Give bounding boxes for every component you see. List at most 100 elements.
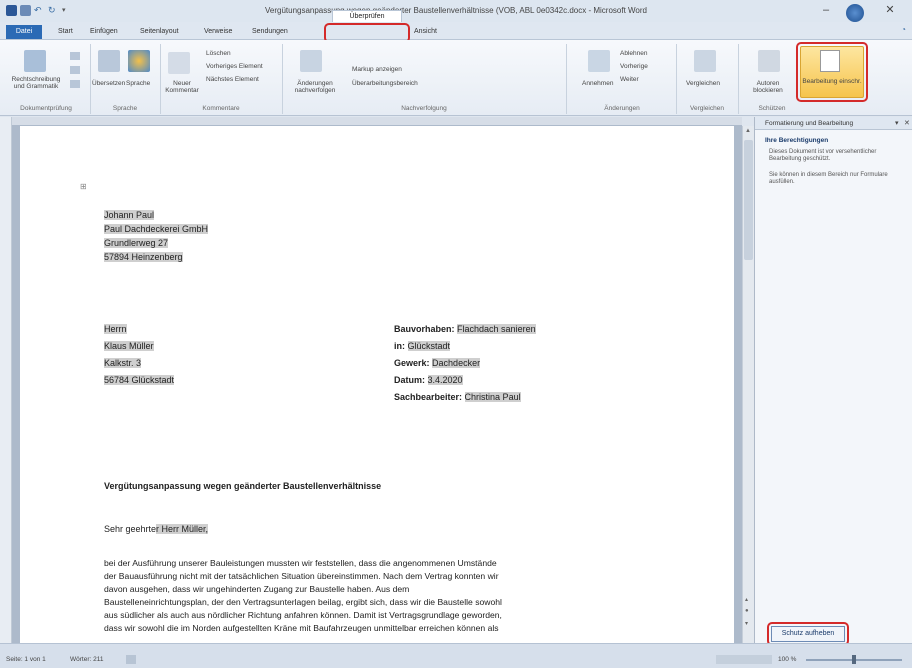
pane-forms-text: Sie können in diesem Bereich nur Formula…: [769, 172, 888, 185]
block-authors-button[interactable]: Autoren blockieren: [746, 80, 790, 94]
sender-street[interactable]: Grundlerweg 27: [104, 238, 169, 248]
next-page-icon[interactable]: ▾: [745, 620, 752, 627]
track-changes-button[interactable]: Änderungen nachverfolgen: [286, 80, 344, 94]
show-markup-dropdown[interactable]: Markup anzeigen: [352, 66, 402, 73]
group-label-aenderungen: Änderungen: [604, 105, 640, 112]
spelling-button[interactable]: Rechtschreibung und Grammatik: [6, 76, 66, 90]
group-label-sprache: Sprache: [112, 105, 138, 112]
accept-icon: [588, 50, 610, 72]
pane-close-icon[interactable]: ✕: [904, 119, 910, 127]
group-label-kommentare: Kommentare: [202, 105, 240, 112]
body-line: Baustelleneinrichtungsplan, der den Vert…: [104, 597, 502, 607]
page-count[interactable]: Seite: 1 von 1: [6, 656, 46, 663]
pane-options-icon[interactable]: ▾: [895, 119, 899, 127]
pane-protection-text: Dieses Dokument ist vor versehentlicher …: [769, 149, 877, 162]
date-value[interactable]: 3.4.2020: [427, 375, 463, 385]
restrict-editing-pane: Formatierung und Bearbeitung ▾ ✕ Ihre Be…: [754, 117, 912, 646]
project-value[interactable]: Flachdach sanieren: [457, 324, 536, 334]
vertical-scrollbar[interactable]: ▲ ▴ ● ▾: [742, 126, 754, 643]
location-label: in:: [394, 341, 405, 351]
translate-icon: [98, 50, 120, 72]
tab-datei[interactable]: Datei: [6, 25, 42, 39]
close-icon[interactable]: ✕: [882, 3, 898, 17]
body-line: davon ausgehen, dass wir ungehinderten Z…: [104, 584, 410, 594]
spelling-icon: [24, 50, 46, 72]
body-line: der Bauausführung nicht mit der tatsächl…: [104, 571, 499, 581]
sender-name[interactable]: Johann Paul: [104, 210, 155, 220]
minimize-button[interactable]: –: [818, 3, 834, 17]
review-pane-dropdown[interactable]: Überarbeitungsbereich: [352, 80, 418, 87]
tab-einfuegen[interactable]: Einfügen: [90, 26, 118, 38]
zoom-level[interactable]: 100 %: [778, 656, 796, 663]
horizontal-ruler: [12, 117, 742, 125]
recipient-name[interactable]: Klaus Müller: [104, 341, 154, 351]
group-label-schuetzen: Schützen: [758, 105, 786, 112]
help-orb-icon[interactable]: [846, 4, 864, 22]
tab-seitenlayout[interactable]: Seitenlayout: [140, 26, 179, 38]
clerk-label: Sachbearbeiter:: [394, 392, 463, 402]
location-value[interactable]: Glückstadt: [407, 341, 451, 351]
sender-city[interactable]: 57894 Heinzenberg: [104, 252, 183, 262]
date-label: Datum:: [394, 375, 425, 385]
title-bar: ↶ ↻ ▾ Vergütungsanpassung wegen geändert…: [0, 0, 912, 22]
language-icon: [128, 50, 150, 72]
salutation-name[interactable]: r Herr Müller,: [156, 524, 209, 534]
new-comment-button[interactable]: Neuer Kommentar: [162, 80, 202, 94]
scroll-up-icon[interactable]: ▲: [745, 128, 752, 136]
window-title: Vergütungsanpassung wegen geänderter Bau…: [264, 6, 647, 15]
browse-object-icon[interactable]: ●: [745, 608, 752, 614]
group-label-dokumentpruefung: Dokumentprüfung: [20, 105, 72, 112]
thesaurus-icon[interactable]: [70, 66, 80, 74]
delete-comment-button[interactable]: Löschen: [206, 50, 231, 57]
group-label-vergleichen: Vergleichen: [690, 105, 724, 112]
language-button[interactable]: Sprache: [126, 80, 150, 87]
trade-value[interactable]: Dachdecker: [432, 358, 481, 368]
new-comment-icon: [168, 52, 190, 74]
salutation-prefix: Sehr geehrte: [104, 524, 157, 534]
group-label-nachverfolgung: Nachverfolgung: [401, 105, 447, 112]
recipient-street[interactable]: Kalkstr. 3: [104, 358, 142, 368]
word-count[interactable]: Wörter: 211: [70, 656, 103, 663]
body-line: dass wir sowohl die im Norden aufgestell…: [104, 623, 499, 633]
next-comment-button[interactable]: Nächstes Element: [206, 76, 259, 83]
pane-subtitle: Ihre Berechtigungen: [765, 137, 829, 144]
body-line: aus südlicher als auch aus nördlicher Ri…: [104, 610, 502, 620]
tab-ansicht[interactable]: Ansicht: [414, 26, 437, 38]
prev-comment-button[interactable]: Vorheriges Element: [206, 63, 263, 70]
word-count-icon[interactable]: [70, 80, 80, 88]
trade-label: Gewerk:: [394, 358, 430, 368]
compare-button[interactable]: Vergleichen: [686, 80, 720, 87]
vertical-ruler: [0, 117, 12, 643]
research-icon[interactable]: [70, 52, 80, 60]
recipient-salutation[interactable]: Herrn: [104, 324, 127, 334]
table-move-handle[interactable]: ⊞: [80, 182, 87, 191]
view-buttons[interactable]: [716, 655, 772, 664]
subject-line: Vergütungsanpassung wegen geänderter Bau…: [104, 481, 382, 491]
help-icon[interactable]: ◔: [901, 25, 906, 34]
restrict-editing-highlight-frame: [796, 42, 868, 102]
sender-company[interactable]: Paul Dachdeckerei GmbH: [104, 224, 209, 234]
track-changes-icon: [300, 50, 322, 72]
tab-start[interactable]: Start: [58, 26, 73, 38]
proofing-icon[interactable]: [126, 655, 136, 664]
project-label: Bauvorhaben:: [394, 324, 455, 334]
ribbon-tabs: Datei Start Einfügen Seitenlayout Verwei…: [0, 22, 912, 40]
clerk-value[interactable]: Christina Paul: [464, 392, 521, 402]
scrollbar-thumb[interactable]: [744, 140, 753, 260]
tab-sendungen[interactable]: Sendungen: [252, 26, 288, 38]
document-page[interactable]: ⊞ Johann Paul Paul Dachdeckerei GmbH Gru…: [20, 126, 734, 643]
pane-title: Formatierung und Bearbeitung: [755, 117, 912, 130]
prev-page-icon[interactable]: ▴: [745, 596, 752, 603]
reject-button[interactable]: Ablehnen: [620, 50, 647, 57]
zoom-slider-thumb[interactable]: [852, 655, 856, 664]
status-bar: Seite: 1 von 1 Wörter: 211 100 %: [0, 643, 912, 668]
recipient-city[interactable]: 56784 Glückstadt: [104, 375, 175, 385]
body-line: bei der Ausführung unserer Bauleistungen…: [104, 558, 497, 568]
translate-button[interactable]: Übersetzen: [92, 80, 125, 87]
block-authors-icon: [758, 50, 780, 72]
tab-ueberpruefen[interactable]: Überprüfen: [332, 10, 402, 22]
accept-button[interactable]: Annehmen: [582, 80, 613, 87]
tab-verweise[interactable]: Verweise: [204, 26, 232, 38]
prev-change-button[interactable]: Vorherige: [620, 63, 648, 70]
next-change-button[interactable]: Weiter: [620, 76, 639, 83]
